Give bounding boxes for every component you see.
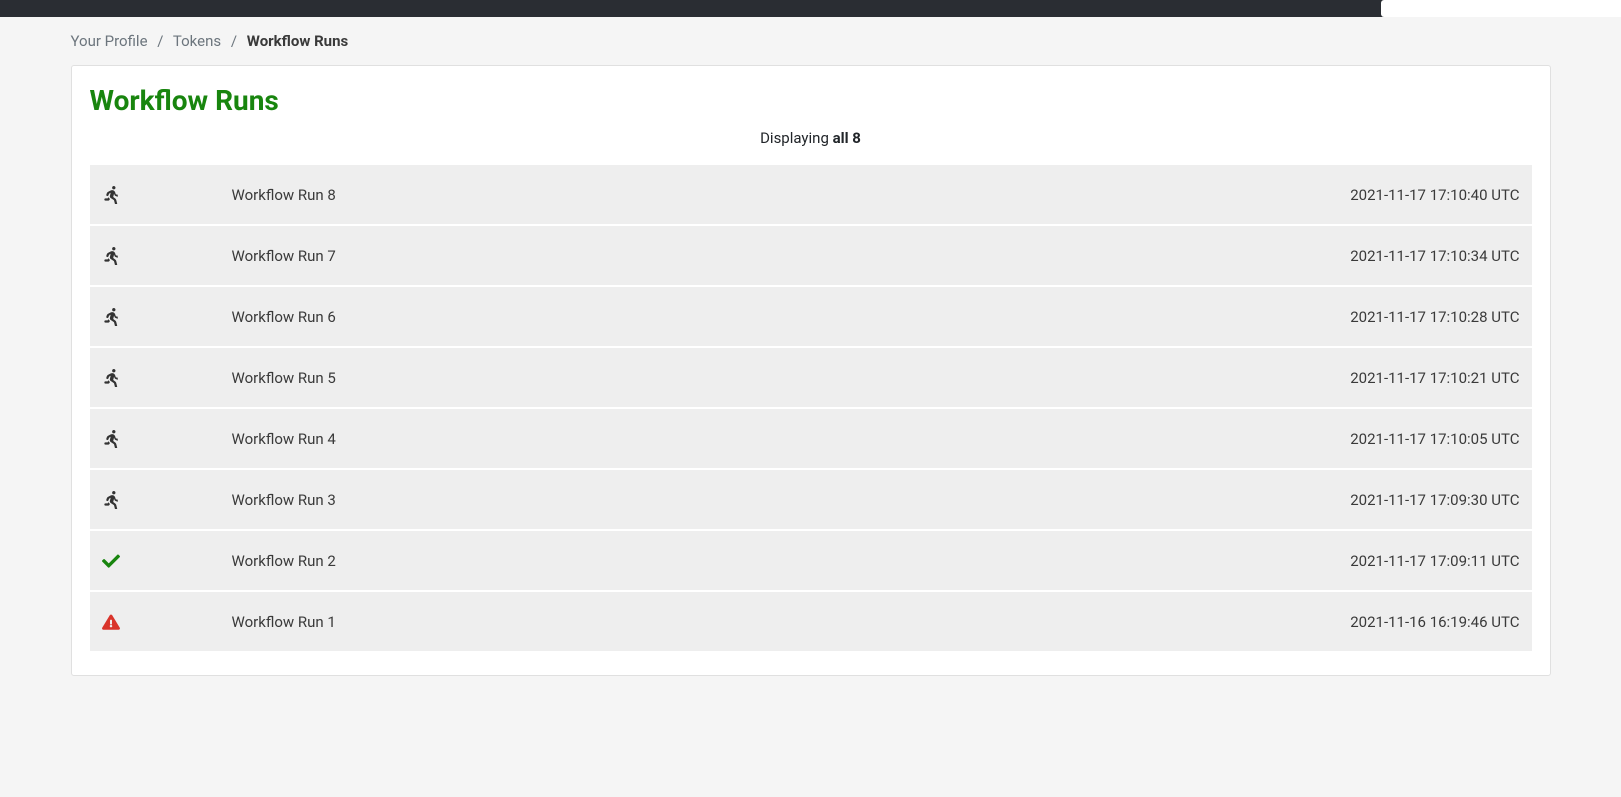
status-cell: [90, 347, 220, 408]
breadcrumb-current: Workflow Runs: [247, 32, 348, 50]
run-timestamp: 2021-11-17 17:10:28 UTC: [743, 286, 1531, 347]
run-timestamp: 2021-11-17 17:10:05 UTC: [743, 408, 1531, 469]
run-name: Workflow Run 4: [220, 408, 744, 469]
page-title: Workflow Runs: [90, 84, 1532, 117]
run-timestamp: 2021-11-17 17:10:40 UTC: [743, 165, 1531, 225]
table-row[interactable]: Workflow Run 32021-11-17 17:09:30 UTC: [90, 469, 1532, 530]
run-name: Workflow Run 5: [220, 347, 744, 408]
top-nav-bar: [0, 0, 1621, 17]
table-row[interactable]: Workflow Run 82021-11-17 17:10:40 UTC: [90, 165, 1532, 225]
run-timestamp: 2021-11-17 17:10:34 UTC: [743, 225, 1531, 286]
running-icon: [102, 247, 120, 265]
breadcrumb-separator: /: [231, 32, 237, 50]
workflow-runs-panel: Workflow Runs Displaying all 8 Workflow …: [71, 65, 1551, 676]
workflow-runs-table: Workflow Run 82021-11-17 17:10:40 UTCWor…: [90, 165, 1532, 653]
run-name: Workflow Run 7: [220, 225, 744, 286]
breadcrumb-profile-link[interactable]: Your Profile: [71, 32, 148, 50]
run-timestamp: 2021-11-17 17:09:11 UTC: [743, 530, 1531, 591]
running-icon: [102, 430, 120, 448]
table-row[interactable]: Workflow Run 22021-11-17 17:09:11 UTC: [90, 530, 1532, 591]
table-row[interactable]: Workflow Run 12021-11-16 16:19:46 UTC: [90, 591, 1532, 652]
running-icon: [102, 369, 120, 387]
breadcrumb-tokens-link[interactable]: Tokens: [173, 32, 221, 50]
run-timestamp: 2021-11-16 16:19:46 UTC: [743, 591, 1531, 652]
status-cell: [90, 225, 220, 286]
check-icon: [102, 552, 120, 570]
status-cell: [90, 408, 220, 469]
run-timestamp: 2021-11-17 17:10:21 UTC: [743, 347, 1531, 408]
status-cell: [90, 591, 220, 652]
status-cell: [90, 286, 220, 347]
run-name: Workflow Run 3: [220, 469, 744, 530]
table-row[interactable]: Workflow Run 52021-11-17 17:10:21 UTC: [90, 347, 1532, 408]
running-icon: [102, 308, 120, 326]
table-row[interactable]: Workflow Run 72021-11-17 17:10:34 UTC: [90, 225, 1532, 286]
warning-icon: [102, 613, 120, 631]
run-name: Workflow Run 6: [220, 286, 744, 347]
breadcrumb: Your Profile / Tokens / Workflow Runs: [71, 17, 1551, 65]
top-search-input[interactable]: [1381, 0, 1621, 17]
running-icon: [102, 186, 120, 204]
result-count-prefix: Displaying: [760, 129, 833, 147]
table-row[interactable]: Workflow Run 62021-11-17 17:10:28 UTC: [90, 286, 1532, 347]
result-count-value: all 8: [833, 129, 861, 147]
table-row[interactable]: Workflow Run 42021-11-17 17:10:05 UTC: [90, 408, 1532, 469]
run-name: Workflow Run 2: [220, 530, 744, 591]
run-name: Workflow Run 8: [220, 165, 744, 225]
status-cell: [90, 530, 220, 591]
run-timestamp: 2021-11-17 17:09:30 UTC: [743, 469, 1531, 530]
status-cell: [90, 165, 220, 225]
breadcrumb-separator: /: [157, 32, 163, 50]
running-icon: [102, 491, 120, 509]
run-name: Workflow Run 1: [220, 591, 744, 652]
status-cell: [90, 469, 220, 530]
result-count: Displaying all 8: [90, 129, 1532, 147]
